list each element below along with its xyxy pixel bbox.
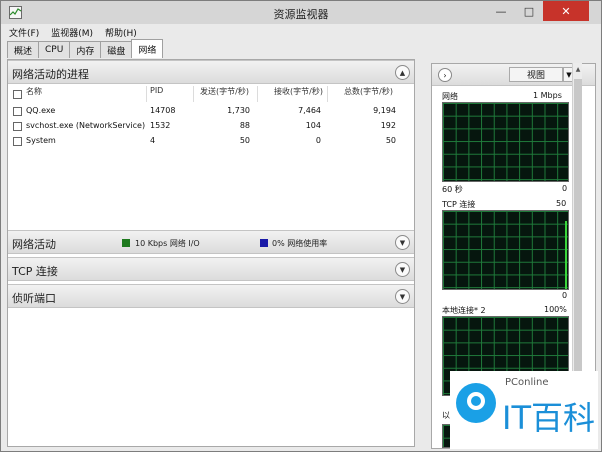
network-graph-scale: 1 Mbps <box>533 91 562 100</box>
network-graph-time: 60 秒 <box>442 185 463 194</box>
network-activity-title: 网络活动 <box>12 238 56 251</box>
expand-chevron-icon[interactable]: ▼ <box>395 262 410 277</box>
process-recv: 104 <box>305 121 321 130</box>
local-conn-graph-bottom-label: 以 <box>442 411 450 420</box>
watermark-main: IT百科 <box>502 399 595 437</box>
menu-help[interactable]: 帮助(H) <box>105 26 137 39</box>
local-conn-graph-label: 本地连接* 2 <box>442 306 486 315</box>
process-send: 1,730 <box>227 106 250 115</box>
select-all-checkbox[interactable] <box>13 90 22 99</box>
process-pid: 14708 <box>150 106 176 115</box>
expand-chevron-icon[interactable]: ▼ <box>395 235 410 250</box>
scroll-thumb[interactable] <box>574 79 582 379</box>
process-total: 192 <box>380 121 396 130</box>
pconline-watermark: PConline IT百科 <box>450 371 598 449</box>
close-button[interactable]: ✕ <box>543 1 589 21</box>
table-row[interactable]: System 4 50 0 50 <box>8 134 414 149</box>
maximize-button[interactable]: □ <box>515 1 543 21</box>
process-total: 50 <box>385 136 396 145</box>
tcp-section-header[interactable]: TCP 连接 ▼ <box>8 257 414 281</box>
tcp-section-title: TCP 连接 <box>12 265 58 278</box>
left-pane: 网络活动的进程 ▲ 名称 PID 发送(字节/秒) 接收(字节/秒) 总数(字节… <box>7 59 415 447</box>
process-name: svchost.exe (NetworkService) <box>26 121 146 130</box>
row-checkbox[interactable] <box>13 122 22 131</box>
tab-strip: 概述 CPU 内存 磁盘 网络 <box>7 39 164 59</box>
collapse-chevron-icon[interactable]: ▲ <box>395 65 410 80</box>
io-legend-swatch <box>122 239 130 247</box>
minimize-button[interactable]: — <box>487 1 515 21</box>
process-pid: 4 <box>150 136 156 145</box>
menu-bar: 文件(F) 监视器(M) 帮助(H) <box>1 24 601 40</box>
col-send-header[interactable]: 发送(字节/秒) <box>200 86 249 102</box>
expand-arrow-icon[interactable]: › <box>438 68 452 82</box>
view-button[interactable]: 视图 <box>509 67 563 82</box>
processes-section-title: 网络活动的进程 <box>12 68 89 81</box>
col-recv-header[interactable]: 接收(字节/秒) <box>274 86 323 102</box>
table-row[interactable]: svchost.exe (NetworkService) 1532 88 104… <box>8 119 414 134</box>
tcp-graph-min: 0 <box>562 291 568 300</box>
usage-legend-label: 0% 网络使用率 <box>272 239 328 248</box>
network-graph-label: 网络 <box>442 92 458 101</box>
menu-monitor[interactable]: 监视器(M) <box>51 26 93 39</box>
network-activity-section-header[interactable]: 网络活动 10 Kbps 网络 I/O 0% 网络使用率 ▼ <box>8 230 414 254</box>
usage-legend-swatch <box>260 239 268 247</box>
process-name: QQ.exe <box>26 106 56 115</box>
process-pid: 1532 <box>150 121 171 130</box>
process-total: 9,194 <box>373 106 396 115</box>
listening-ports-title: 侦听端口 <box>12 292 56 305</box>
tcp-graph-scale: 50 <box>556 199 567 208</box>
table-row[interactable]: QQ.exe 14708 1,730 7,464 9,194 <box>8 104 414 119</box>
tab-memory[interactable]: 内存 <box>69 41 102 58</box>
processes-section-header[interactable]: 网络活动的进程 ▲ <box>8 60 414 84</box>
tab-cpu[interactable]: CPU <box>38 41 71 58</box>
row-checkbox[interactable] <box>13 107 22 116</box>
row-checkbox[interactable] <box>13 137 22 146</box>
process-send: 88 <box>239 121 250 130</box>
process-recv: 0 <box>315 136 321 145</box>
network-graph-min: 0 <box>562 184 568 193</box>
network-graph <box>442 102 569 182</box>
col-total-header[interactable]: 总数(字节/秒) <box>344 86 393 102</box>
tab-disk[interactable]: 磁盘 <box>100 41 133 58</box>
watermark-sub: PConline <box>505 377 549 388</box>
scroll-up-arrow-icon[interactable]: ▲ <box>573 63 583 77</box>
menu-file[interactable]: 文件(F) <box>9 26 39 39</box>
col-name-header[interactable]: 名称 <box>26 86 42 102</box>
listening-ports-section-header[interactable]: 侦听端口 ▼ <box>8 284 414 308</box>
tab-overview[interactable]: 概述 <box>7 41 40 58</box>
local-conn-graph-scale: 100% <box>544 305 567 314</box>
col-pid-header[interactable]: PID <box>150 86 163 102</box>
tab-network[interactable]: 网络 <box>131 39 164 58</box>
process-name: System <box>26 136 56 145</box>
tcp-graph-label: TCP 连接 <box>442 200 476 209</box>
io-legend-label: 10 Kbps 网络 I/O <box>135 239 200 248</box>
expand-chevron-icon[interactable]: ▼ <box>395 289 410 304</box>
process-recv: 7,464 <box>298 106 321 115</box>
tcp-graph <box>442 210 569 290</box>
process-send: 50 <box>239 136 250 145</box>
graph-toolbar: › 视图 ▼ <box>432 64 595 86</box>
title-bar: 资源监视器 — □ ✕ <box>1 1 601 24</box>
resource-monitor-window: 资源监视器 — □ ✕ 文件(F) 监视器(M) 帮助(H) 概述 CPU 内存… <box>0 0 602 452</box>
pconline-logo-icon <box>456 383 496 423</box>
